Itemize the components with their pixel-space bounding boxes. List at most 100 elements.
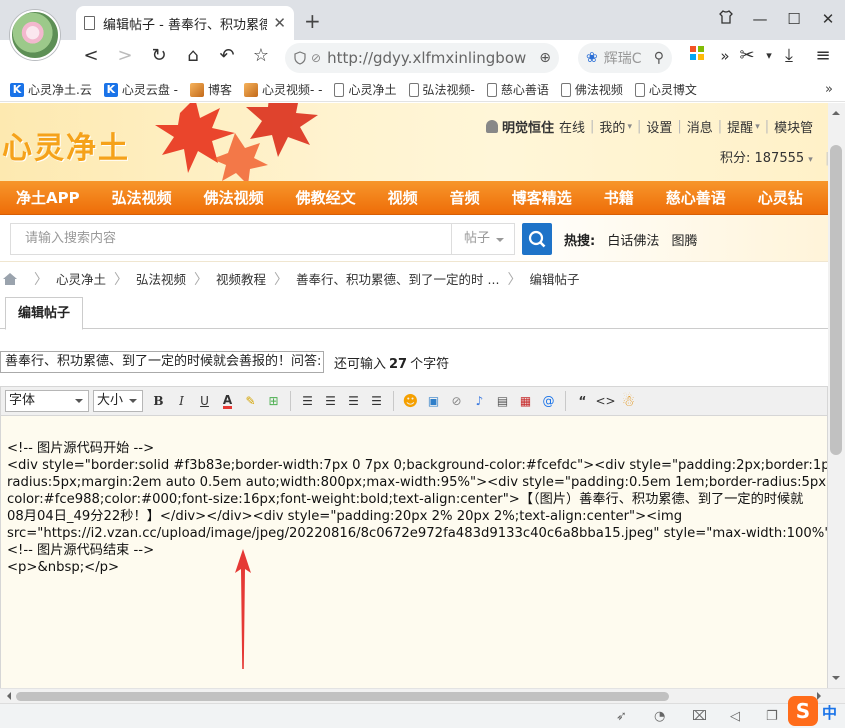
bookmark-item[interactable]: 心灵净土 [334,81,397,98]
bold-icon[interactable]: B [149,391,169,411]
post-title-input[interactable]: 善奉行、积功累德、到了一定的时候就会善报的！问答: [0,351,324,373]
document-icon [408,82,419,97]
align-right-icon[interactable]: ☰ [344,391,364,411]
nav-item[interactable]: 佛法视频 [188,187,280,208]
site-search-button[interactable] [522,223,552,255]
bookmark-item[interactable]: 博客 [189,81,232,98]
apps-grid-icon[interactable] [684,43,710,69]
bookmark-item[interactable]: K 心灵云盘 - [103,81,178,98]
underline-icon[interactable]: U [195,391,215,411]
nav-item[interactable]: 音频 [434,187,496,208]
font-size-select[interactable]: 大小 [93,390,143,412]
speed-icon[interactable]: ◔ [654,709,665,724]
home-icon[interactable] [2,272,18,286]
menu-icon[interactable]: ≡ [810,43,836,69]
bookmarks-overflow-icon[interactable]: » [825,82,833,97]
browser-tab-active[interactable]: 编辑帖子 - 善奉行、积功累德、到了一定的时候就会善报的！问答: ✕ [76,6,294,40]
nav-item[interactable]: 佛教经文 [280,187,372,208]
home-icon[interactable]: ⌂ [180,43,206,69]
back-icon[interactable]: < [78,43,104,69]
bookmark-item[interactable]: 心灵博文 [634,81,697,98]
user-score[interactable]: 积分: 187555 ▾ | [720,147,828,166]
user-link-settings[interactable]: 设置 [646,117,672,136]
new-tab-button[interactable]: + [304,9,321,33]
align-center-icon[interactable]: ☰ [321,391,341,411]
breadcrumb-link[interactable]: 善奉行、积功累德、到了一定的时 ... [296,269,499,288]
star-icon[interactable]: ☆ [248,43,274,69]
site-logo[interactable]: 心灵净土 [2,123,130,167]
username-link[interactable]: 明觉恒住 [502,117,554,136]
ime-mode-indicator[interactable]: 中 [822,702,837,723]
user-link-reminders[interactable]: 提醒 [727,117,753,136]
search-icon[interactable]: ⚲ [654,50,664,66]
breadcrumb-link[interactable]: 心灵净土 [56,269,106,288]
align-justify-icon[interactable]: ☰ [367,391,387,411]
flash-icon[interactable]: ▦ [516,391,536,411]
site-search-input[interactable]: 请输入搜索内容 [10,223,452,255]
nav-item[interactable]: 弘法视频 [96,187,188,208]
minimize-button[interactable]: — [743,10,777,28]
profile-avatar[interactable] [10,10,60,60]
breadcrumb-link[interactable]: 弘法视频 [136,269,186,288]
qq-icon[interactable]: ☃ [619,391,639,411]
maximize-button[interactable]: ☐ [777,10,811,28]
video-icon[interactable]: ▤ [493,391,513,411]
user-link-messages[interactable]: 消息 [687,117,713,136]
bookmark-item[interactable]: 弘法视频- [408,81,475,98]
sogou-ime-icon[interactable]: S [788,696,818,726]
nav-item[interactable]: 书籍 [588,187,650,208]
user-link-my[interactable]: 我的 [599,117,625,136]
bookmark-item[interactable]: 心灵视频- - [244,81,322,98]
volume-icon[interactable]: ◁ [730,709,740,724]
emoji-icon[interactable]: ☻ [401,391,421,411]
link-tag-icon[interactable]: ⊞ [264,391,284,411]
quote-icon[interactable]: “ [573,391,593,411]
nav-item[interactable]: 慈心善语 [650,187,742,208]
vertical-scrollbar[interactable] [828,103,845,688]
bookmark-item[interactable]: 佛法视频 [560,81,623,98]
reload-icon[interactable]: ↻ [146,43,172,69]
bookmark-item[interactable]: K 心灵净土.云 [10,81,92,98]
scroll-up-icon[interactable] [832,107,840,115]
rocket-icon[interactable]: ➶ [616,709,627,724]
horizontal-scrollbar[interactable] [0,688,845,703]
image-icon[interactable]: ▣ [424,391,444,411]
mention-icon[interactable]: @ [539,391,559,411]
undo-close-icon[interactable]: ↶ [214,43,240,69]
search-type-select[interactable]: 帖子 [451,223,515,255]
scroll-thumb[interactable] [830,145,842,455]
hot-search-link[interactable]: 白话佛法 [607,234,659,249]
bookmark-item[interactable]: 慈心善语 [486,81,549,98]
post-content-editor[interactable]: <!-- 图片源代码开始 --> <div style="border:soli… [0,416,828,688]
user-link-modules[interactable]: 模块管 [774,117,813,136]
nav-item[interactable]: 博客精选 [496,187,588,208]
scroll-down-icon[interactable] [832,676,840,684]
close-tab-icon[interactable]: ✕ [273,14,286,32]
nav-item[interactable]: 视频 [372,187,434,208]
browser-search-box[interactable]: ❀ 辉瑞C ⚲ [578,43,672,73]
tab-edit-post[interactable]: 编辑帖子 [5,297,84,330]
zoom-icon[interactable]: ⊕ [539,50,551,66]
scroll-thumb[interactable] [16,692,669,701]
code-icon[interactable]: <> [595,391,615,411]
window-icon[interactable]: ❐ [766,709,778,724]
font-family-select[interactable]: 字体 [5,390,89,412]
download-icon[interactable]: ⤓ [776,43,802,69]
highlight-icon[interactable]: ✎ [241,391,261,411]
nav-item[interactable]: 心灵钻 [742,187,819,208]
shirt-icon[interactable] [709,9,743,29]
close-window-button[interactable]: ✕ [811,10,845,28]
trash-icon[interactable]: ⌧ [692,709,707,724]
nav-item[interactable]: 净土APP [0,187,96,208]
italic-icon[interactable]: I [172,391,192,411]
music-icon[interactable]: ♪ [470,391,490,411]
text-color-icon[interactable]: A [218,391,238,411]
attachment-icon[interactable]: ⊘ [447,391,467,411]
breadcrumb-link[interactable]: 视频教程 [216,269,266,288]
scroll-right-icon[interactable] [817,692,825,700]
forward-icon[interactable]: > [112,43,138,69]
scroll-left-icon[interactable] [3,692,11,700]
address-bar[interactable]: ⊘ http://gdyy.xlfmxinlingbow ⊕ [285,43,559,73]
hot-search-link[interactable]: 图腾 [672,234,698,249]
align-left-icon[interactable]: ☰ [298,391,318,411]
